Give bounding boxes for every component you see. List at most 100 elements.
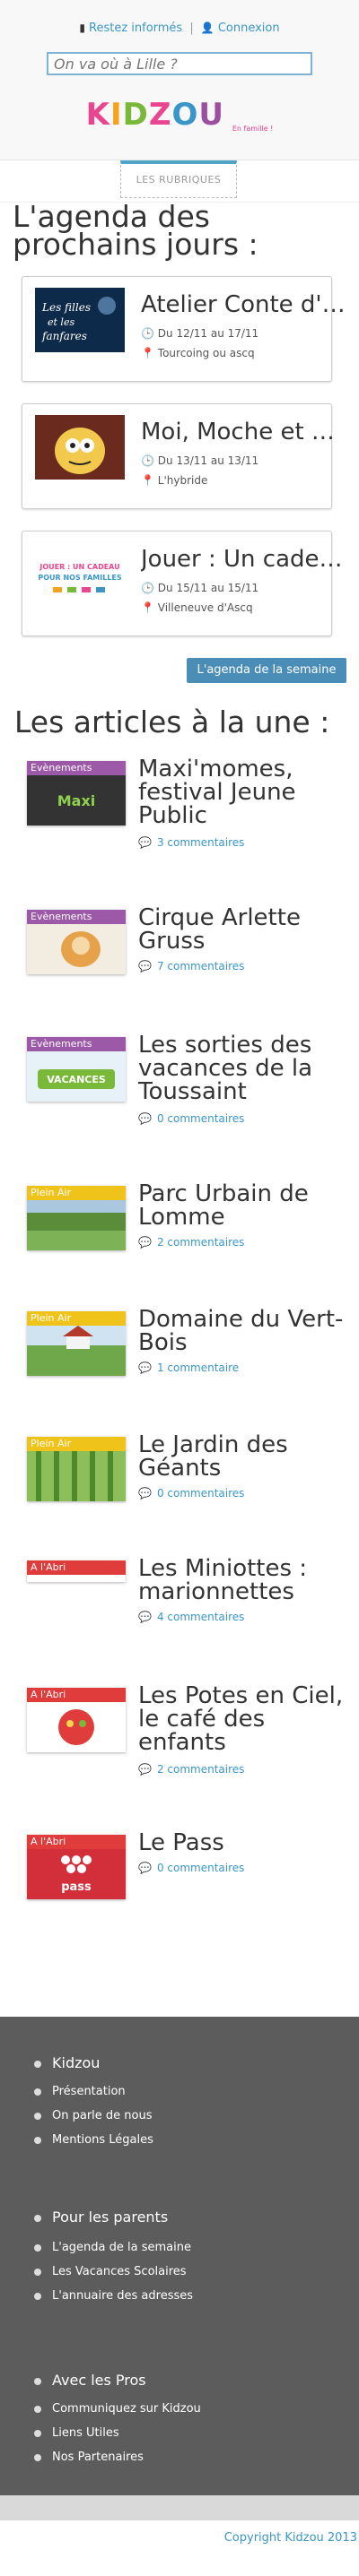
article-title[interactable]: Domaine du Vert-Bois [138,1308,359,1354]
search-input[interactable] [48,54,311,73]
comments-count: 3 commentaires [156,836,245,849]
footer-link-text[interactable]: Les Vacances Scolaires [52,2265,187,2278]
clock-icon: 🕒 [141,454,154,467]
footer-link-text[interactable]: L'annuaire des adresses [52,2289,193,2303]
event-card[interactable]: Les filles et les fanfares Atelier Conte… [22,276,347,382]
comments-count: 2 commentaires [156,1236,245,1249]
svg-text:JOUER : UN CADEAU: JOUER : UN CADEAU [39,563,119,571]
article-comments[interactable]: 💬 1 commentaire [138,1361,239,1374]
article-item[interactable]: A l'Abri Les Potes en Ciel, le café des … [0,1684,359,1804]
footer-link[interactable]: Nos Partenaires [34,2451,144,2464]
article-thumbnail[interactable]: A l'Abri [27,1688,126,1752]
article-item[interactable]: pass A l'Abri Le Pass 💬 0 commentaires [0,1831,359,1951]
logo-letter-i: I [109,97,123,133]
footer-link-text[interactable]: Communiquez sur Kidzou [52,2402,201,2416]
event-card[interactable]: Moi, Moche et Méchant 🕒 Du 13/11 au 13/1… [22,403,347,509]
event-location: 📍 L'hybride [141,474,207,487]
footer-link[interactable]: Présentation [34,2085,126,2098]
footer-link[interactable]: Liens Utiles [34,2426,119,2440]
event-location-text: L'hybride [157,474,208,487]
footer-link-text[interactable]: Présentation [52,2085,126,2098]
logo-tagline: En famille ! [232,125,274,133]
copyright-bar [0,2495,359,2520]
article-comments[interactable]: 💬 2 commentaires [138,1236,244,1249]
articles-list: Maxi Evènements Maxi'momes, festival Jeu… [0,736,359,1991]
event-title[interactable]: Moi, Moche et Méchant [141,419,347,445]
event-title[interactable]: Atelier Conte d'hiver [141,291,347,318]
article-comments[interactable]: 💬 4 commentaires [138,1611,244,1623]
restez-informes-link[interactable]: Restez informés [89,22,182,35]
logo-letter-o: O [171,97,199,133]
top-header: ▮ Restez informés | 👤Connexion KIDZOU En … [0,0,359,160]
article-item[interactable]: Maxi Evènements Maxi'momes, festival Jeu… [0,757,359,877]
article-title[interactable]: Les Miniottes : marionnettes [138,1557,359,1604]
article-thumbnail[interactable]: VACANCES Evènements [27,1037,126,1102]
comment-icon: 💬 [138,836,152,849]
article-item[interactable]: Plein Air Le Jardin des Géants 💬 0 commen… [0,1433,359,1553]
event-date-text: Du 15/11 au 15/11 [157,582,259,594]
bullet-icon [34,2112,41,2120]
footer-link-text[interactable]: L'agenda de la semaine [52,2241,191,2254]
article-title[interactable]: Cirque Arlette Gruss [138,906,359,953]
article-comments[interactable]: 💬 0 commentaires [138,1112,244,1125]
article-title[interactable]: Le Pass [138,1831,359,1854]
bullet-icon [34,2453,41,2461]
bullet-icon [34,2429,41,2437]
footer-link-text[interactable]: Nos Partenaires [52,2451,144,2464]
article-title[interactable]: Les Potes en Ciel, le café des enfants [138,1684,359,1754]
article-thumbnail[interactable]: A l'Abri [27,1560,126,1582]
article-title[interactable]: Le Jardin des Géants [138,1433,359,1480]
footer-link-text[interactable]: On parle de nous [52,2109,153,2122]
article-item[interactable]: Evènements Cirque Arlette Gruss 💬 7 comme… [0,906,359,1026]
article-thumbnail[interactable]: Plein Air [27,1437,126,1501]
agenda-semaine-button[interactable]: L'agenda de la semaine [187,658,346,683]
footer-section-title: Avec les Pros [34,2372,146,2389]
article-thumbnail[interactable]: Plein Air [27,1186,126,1250]
footer-link-text[interactable]: Mentions Légales [52,2133,153,2147]
kidzou-logo[interactable]: KIDZOU En famille ! [0,97,359,133]
footer-link[interactable]: Communiquez sur Kidzou [34,2402,201,2416]
category-badge: Evènements [27,761,126,775]
footer-link[interactable]: On parle de nous [34,2109,153,2122]
copyright-area: Copyright Kidzou 2013 [0,2495,359,2576]
article-comments[interactable]: 💬 7 commentaires [138,960,244,972]
article-item[interactable]: Plein Air Domaine du Vert-Bois 💬 1 commen… [0,1308,359,1428]
event-title[interactable]: Jouer : Un cadeau pour nos familles [141,546,347,573]
article-thumbnail[interactable]: Plein Air [27,1311,126,1376]
footer-link[interactable]: Les Vacances Scolaires [34,2265,187,2278]
separator: | [189,22,194,35]
article-comments[interactable]: 💬 2 commentaires [138,1763,244,1776]
agenda-heading: L'agenda des prochains jours : [13,199,258,262]
bullet-icon [34,2292,41,2300]
article-thumbnail[interactable]: Maxi Evènements [27,761,126,826]
article-title[interactable]: Maxi'momes, festival Jeune Public [138,757,359,827]
footer-link[interactable]: L'annuaire des adresses [34,2289,193,2303]
article-comments[interactable]: 💬 3 commentaires [138,836,244,849]
article-title[interactable]: Les sorties des vacances de la Toussaint [138,1033,359,1103]
event-image-jouer: JOUER : UN CADEAU POUR NOS FAMILLES [35,542,125,607]
article-item[interactable]: VACANCES Evènements Les sorties des vaca… [0,1033,359,1154]
clock-icon: 🕒 [141,327,154,340]
article-comments[interactable]: 💬 0 commentaires [138,1862,244,1874]
article-thumbnail[interactable]: Evènements [27,910,126,974]
article-title[interactable]: Parc Urbain de Lomme [138,1182,359,1229]
footer-link-text[interactable]: Liens Utiles [52,2426,119,2440]
svg-text:POUR NOS FAMILLES: POUR NOS FAMILLES [38,574,121,582]
footer-link[interactable]: Mentions Légales [34,2133,153,2147]
category-badge: A l'Abri [27,1835,126,1849]
rubriques-button[interactable]: LES RUBRIQUES [120,160,237,198]
article-comments[interactable]: 💬 0 commentaires [138,1487,244,1500]
comments-count: 4 commentaires [156,1611,245,1623]
search-box [47,52,312,75]
article-thumbnail[interactable]: pass A l'Abri [27,1835,126,1899]
svg-text:pass: pass [61,1880,92,1894]
bullet-icon [34,2405,41,2413]
connexion-link[interactable]: Connexion [218,22,280,35]
copyright-text[interactable]: Copyright Kidzou 2013 [224,2531,359,2545]
article-item[interactable]: A l'Abri Les Miniottes : marionnettes 💬 4… [0,1557,359,1677]
footer-section-title-text: Avec les Pros [52,2372,146,2389]
footer-link[interactable]: L'agenda de la semaine [34,2241,191,2254]
comment-icon: 💬 [138,1487,152,1500]
event-card[interactable]: JOUER : UN CADEAU POUR NOS FAMILLES Joue… [22,531,347,636]
article-item[interactable]: Plein Air Parc Urbain de Lomme 💬 2 commen… [0,1182,359,1302]
